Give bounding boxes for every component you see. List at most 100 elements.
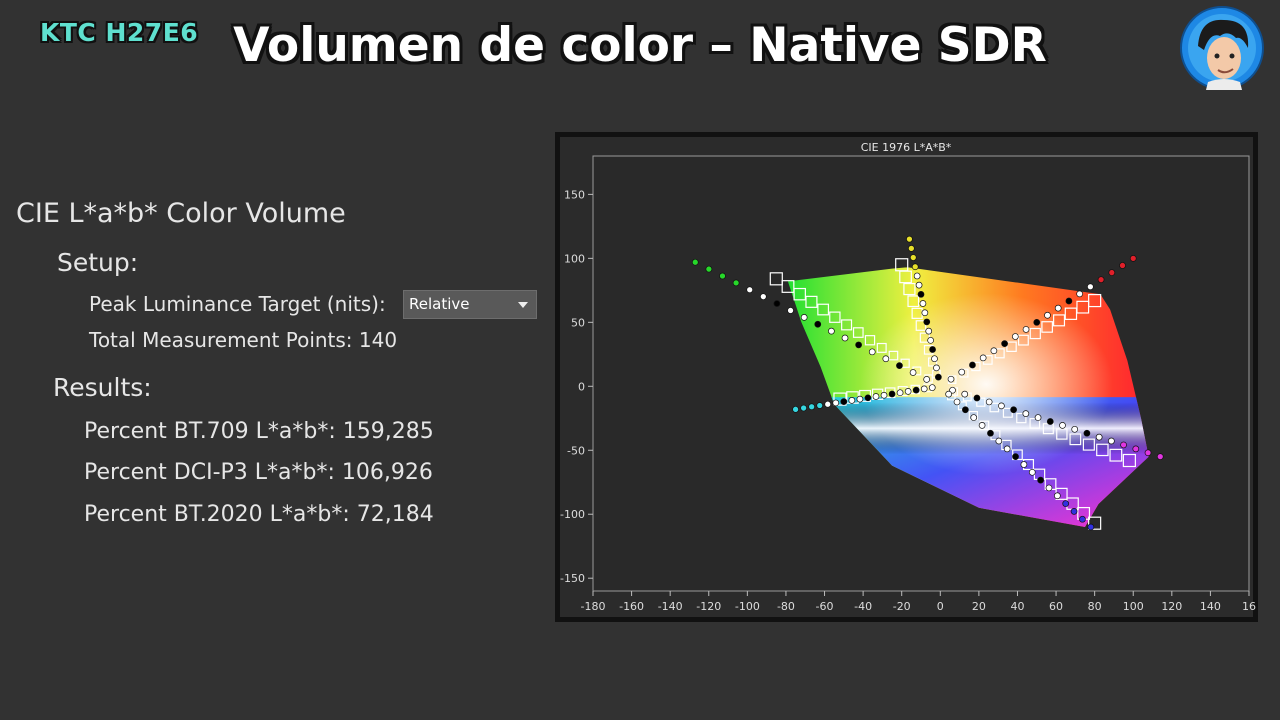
measurement-point <box>880 391 888 399</box>
peak-luminance-value: Relative <box>409 295 470 313</box>
measurement-point <box>923 376 931 383</box>
measurement-point <box>920 385 928 393</box>
measurement-point <box>945 390 953 398</box>
setup-label: Setup: <box>57 248 139 277</box>
video-title: Volumen de color – Native SDR <box>233 18 1047 73</box>
measurement-point <box>1144 449 1152 457</box>
x-tick-label: 140 <box>1200 600 1221 613</box>
channel-avatar <box>1180 6 1264 90</box>
measurement-point <box>1120 441 1127 449</box>
result-bt709: Percent BT.709 L*a*b*: 159,285 <box>84 419 434 444</box>
measurement-point <box>962 406 969 414</box>
measurement-point <box>909 369 917 376</box>
peak-luminance-select[interactable]: Relative <box>403 290 537 319</box>
measurement-point <box>935 373 942 381</box>
measurement-point <box>1097 276 1105 284</box>
x-tick-label: 16 <box>1242 600 1256 613</box>
measurement-point <box>856 395 864 403</box>
results-label: Results: <box>53 373 152 402</box>
x-tick-label: 100 <box>1123 600 1144 613</box>
measurement-point <box>947 375 955 383</box>
measurement-point <box>961 390 969 398</box>
measurement-point <box>828 327 835 335</box>
measurement-point <box>691 258 699 266</box>
measurement-point <box>1033 318 1041 326</box>
measurement-point <box>1132 445 1140 453</box>
measurement-point <box>979 354 987 362</box>
measurement-point <box>990 347 998 355</box>
y-tick-label: 50 <box>571 316 585 329</box>
measurement-point <box>970 414 978 421</box>
measurement-point <box>915 281 923 289</box>
measurement-point <box>832 399 840 407</box>
measurement-point <box>927 336 934 344</box>
measurement-point <box>1045 484 1053 492</box>
y-tick-label: 0 <box>578 380 585 393</box>
measurement-point <box>1012 453 1019 461</box>
measurement-point <box>906 235 913 243</box>
measurement-point <box>1156 453 1164 461</box>
chart-panel: CIE 1976 L*A*B* 150 100 50 0 -50 -100 -150 -18… <box>555 132 1258 622</box>
measurement-point <box>896 362 903 369</box>
measurement-point <box>998 402 1005 410</box>
x-tick-label: 80 <box>1088 600 1102 613</box>
measurement-point <box>792 405 799 413</box>
measurement-point <box>787 307 794 314</box>
measurement-point <box>923 318 931 326</box>
measurement-point <box>1083 429 1091 437</box>
y-tick-label: -150 <box>560 572 585 585</box>
x-tick-label: -160 <box>619 600 644 613</box>
measurement-point <box>864 394 872 402</box>
measurement-point <box>1001 340 1008 347</box>
measurement-point <box>1059 422 1066 429</box>
y-tick-label: 100 <box>564 252 585 265</box>
measurement-point <box>911 263 919 271</box>
measurement-point <box>929 346 936 353</box>
x-tick-label: -80 <box>777 600 795 613</box>
measurement-point <box>1034 414 1042 421</box>
chevron-down-icon <box>518 302 528 308</box>
x-tick-label: 120 <box>1161 600 1182 613</box>
measurement-point <box>995 437 1003 445</box>
measurement-point <box>1071 425 1079 433</box>
measurement-point <box>973 394 981 402</box>
measurement-point <box>1054 304 1062 312</box>
measurement-point <box>719 272 726 280</box>
x-tick-label: 40 <box>1010 600 1024 613</box>
measurement-point <box>1046 418 1054 425</box>
measurement-point <box>1062 500 1070 507</box>
measurement-point <box>841 334 849 342</box>
measurement-point <box>1053 492 1061 500</box>
measurement-point <box>855 341 862 349</box>
color-volume-heading: CIE L*a*b* Color Volume <box>16 198 346 229</box>
measurement-point <box>987 429 994 437</box>
peak-luminance-label: Peak Luminance Target (nits): <box>89 292 386 316</box>
measurement-point <box>1011 333 1019 340</box>
measurement-points-label: Total Measurement Points: 140 <box>89 328 398 352</box>
measurement-point <box>800 404 807 412</box>
measurement-point <box>732 279 740 287</box>
measurement-point <box>816 402 824 409</box>
measurement-point <box>969 361 976 369</box>
measurement-point <box>1119 262 1126 269</box>
measurement-point <box>824 400 832 408</box>
measurement-point <box>1044 311 1051 319</box>
measurement-point <box>985 398 993 406</box>
measurement-point <box>917 290 925 298</box>
x-tick-label: -120 <box>696 600 721 613</box>
measurement-point <box>953 398 961 406</box>
measurement-point <box>705 265 713 273</box>
x-tick-label: -180 <box>581 600 606 613</box>
measurement-point <box>931 355 938 363</box>
cie-lab-chart: CIE 1976 L*A*B* 150 100 50 0 -50 -100 -150 -18… <box>560 137 1256 617</box>
measurement-point <box>919 300 927 307</box>
measurement-point <box>800 313 808 321</box>
measurement-point <box>848 397 856 404</box>
measurement-point <box>912 386 920 394</box>
measurement-point <box>888 390 896 398</box>
y-tick-label: -100 <box>560 508 585 521</box>
measurement-point <box>928 384 936 391</box>
measurement-point <box>896 389 904 397</box>
result-dci-p3: Percent DCI-P3 L*a*b*: 106,926 <box>84 460 433 485</box>
measurement-point <box>759 293 767 301</box>
